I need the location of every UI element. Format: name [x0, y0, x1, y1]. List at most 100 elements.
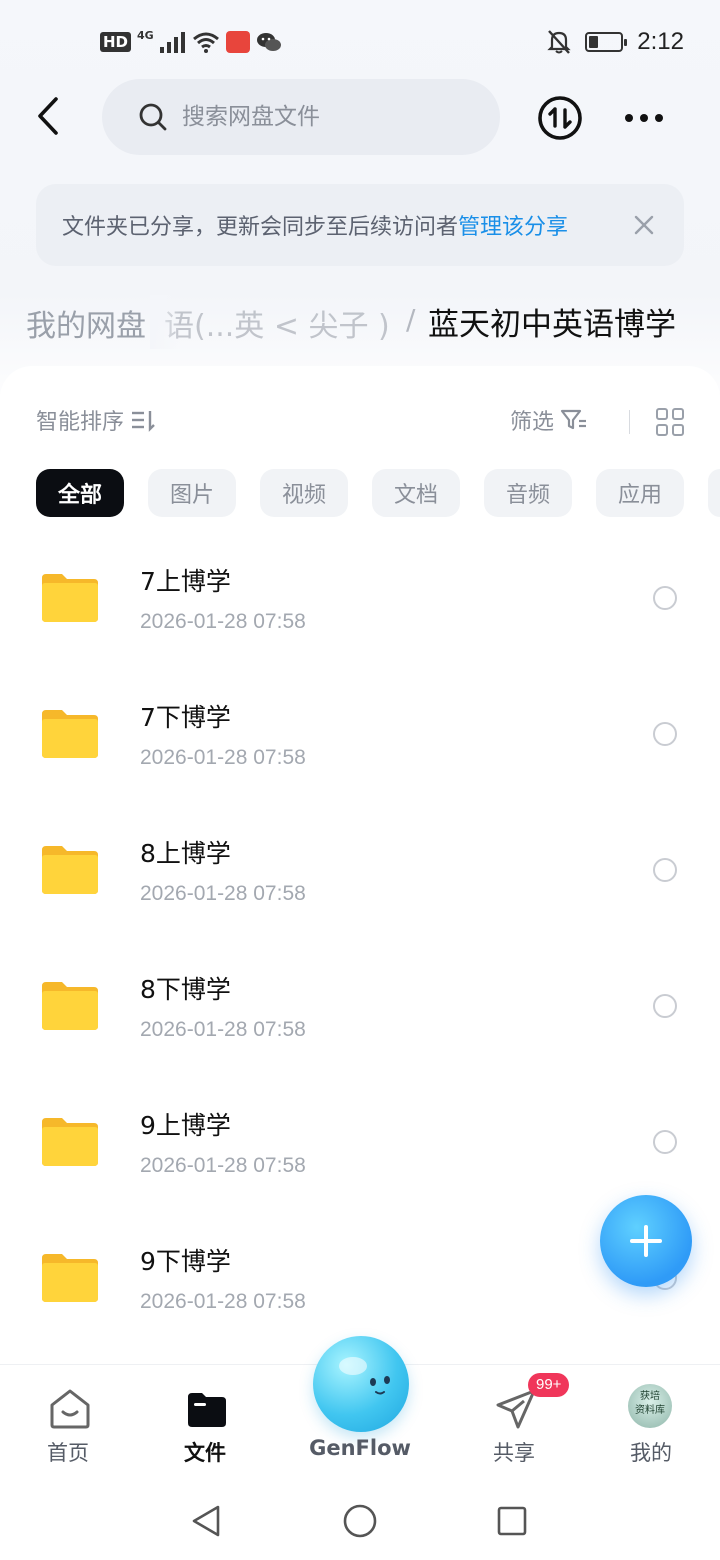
file-date: 2026-01-28 07:58: [140, 746, 306, 769]
hd-indicator: HD: [100, 32, 132, 52]
breadcrumb-parent[interactable]: 语(...英 < 尖子 ): [164, 301, 390, 345]
nav-files[interactable]: 文件: [145, 1365, 265, 1475]
system-navigation-bar: [0, 1474, 720, 1560]
file-name: 9下博学: [140, 1247, 231, 1276]
breadcrumb-separator: /: [406, 303, 416, 336]
file-name: 9上博学: [140, 1111, 231, 1140]
grid-view-button[interactable]: [656, 408, 684, 436]
filter-button[interactable]: 筛选: [510, 404, 588, 436]
select-radio[interactable]: [653, 586, 677, 610]
smart-sort-button[interactable]: 智能排序: [36, 404, 156, 436]
share-badge: 99+: [528, 1373, 570, 1397]
file-date: 2026-01-28 07:58: [140, 610, 306, 633]
chip-apps[interactable]: 应用: [596, 469, 684, 517]
more-options-button[interactable]: [620, 100, 668, 136]
chip-images[interactable]: 图片: [148, 469, 236, 517]
genflow-label: GenFlow: [309, 1436, 411, 1460]
folder-icon: [42, 846, 98, 894]
avatar[interactable]: 获培 资料库: [628, 1384, 672, 1428]
home-icon: [50, 1389, 90, 1429]
folder-icon: [42, 710, 98, 758]
battery-level: [589, 36, 599, 48]
wechat-icon: [256, 33, 281, 51]
breadcrumb: 我的网盘 语(...英 < 尖子 ) / 蓝天初中英语博学: [0, 295, 720, 349]
nav-me-label: 我的: [630, 1441, 672, 1465]
grid-icon: [672, 408, 684, 420]
chip-videos[interactable]: 视频: [260, 469, 348, 517]
status-right: 2:12: [547, 26, 684, 58]
battery-icon: [585, 32, 628, 52]
system-back-icon[interactable]: [190, 1504, 222, 1538]
more-dot-icon: [655, 114, 663, 122]
file-date: 2026-01-28 07:58: [140, 1290, 306, 1313]
folder-icon: [42, 982, 98, 1030]
select-radio[interactable]: [653, 1130, 677, 1154]
category-chips: 全部 图片 视频 文档 音频 应用: [36, 469, 684, 517]
app-notification-icon: [225, 31, 250, 53]
chip-audio[interactable]: 音频: [484, 469, 572, 517]
notice-text: 文件夹已分享，更新会同步至后续访问者: [62, 215, 459, 240]
system-home-icon[interactable]: [342, 1503, 378, 1539]
network-type: 4G: [137, 28, 154, 42]
manage-share-link[interactable]: 管理该分享: [458, 209, 568, 241]
search-input[interactable]: [182, 104, 462, 130]
toolbar-divider: [629, 410, 630, 434]
transfer-icon: [538, 96, 582, 140]
select-radio[interactable]: [653, 994, 677, 1018]
list-item[interactable]: 7上博学 2026-01-28 07:58: [0, 530, 720, 666]
more-dot-icon: [625, 114, 633, 122]
nav-home[interactable]: 首页: [8, 1365, 128, 1475]
transfer-list-button[interactable]: [536, 94, 584, 142]
file-name: 8下博学: [140, 975, 231, 1004]
list-item[interactable]: 9上博学 2026-01-28 07:58: [0, 1074, 720, 1210]
grid-icon: [656, 408, 668, 420]
search-bar[interactable]: [102, 79, 500, 155]
clock: 2:12: [637, 28, 684, 55]
file-name: 7上博学: [140, 567, 231, 596]
sort-icon: [132, 411, 155, 432]
list-item[interactable]: 7下博学 2026-01-28 07:58: [0, 666, 720, 802]
breadcrumb-fade: [150, 295, 180, 349]
list-item[interactable]: 8上博学 2026-01-28 07:58: [0, 802, 720, 938]
filter-icon: [560, 409, 586, 430]
status-left: HD 4G: [100, 28, 282, 56]
system-recents-icon[interactable]: [496, 1505, 528, 1537]
folder-icon: [42, 574, 98, 622]
file-date: 2026-01-28 07:58: [140, 882, 306, 905]
back-button[interactable]: [24, 92, 72, 140]
signal-icon: [159, 32, 185, 53]
folder-icon: [188, 1393, 226, 1427]
breadcrumb-current: 蓝天初中英语博学: [428, 307, 676, 343]
genflow-mascot-icon: [339, 1357, 390, 1395]
plus-icon: [630, 1225, 662, 1257]
select-radio[interactable]: [653, 858, 677, 882]
file-date: 2026-01-28 07:58: [140, 1154, 306, 1177]
chip-documents[interactable]: 文档: [372, 469, 460, 517]
nav-share-label: 共享: [493, 1441, 535, 1465]
file-name: 7下博学: [140, 703, 231, 732]
add-button[interactable]: [600, 1195, 692, 1287]
close-icon[interactable]: [630, 211, 658, 239]
share-notice-banner: 文件夹已分享，更新会同步至后续访问者 管理该分享: [36, 184, 684, 266]
chip-all[interactable]: 全部: [36, 469, 124, 517]
more-dot-icon: [640, 114, 648, 122]
file-name: 8上博学: [140, 839, 231, 868]
chevron-left-icon: [38, 97, 58, 135]
select-radio[interactable]: [653, 722, 677, 746]
folder-icon: [42, 1254, 98, 1302]
filter-label: 筛选: [509, 410, 554, 435]
chip-overflow[interactable]: [708, 469, 720, 517]
status-bar: HD 4G 2:12: [0, 0, 720, 84]
grid-icon: [656, 424, 668, 436]
search-icon: [139, 103, 167, 131]
grid-icon: [672, 424, 684, 436]
folder-icon: [42, 1118, 98, 1166]
list-item[interactable]: 8下博学 2026-01-28 07:58: [0, 938, 720, 1074]
breadcrumb-root[interactable]: 我的网盘: [26, 301, 146, 345]
file-date: 2026-01-28 07:58: [140, 1018, 306, 1041]
wifi-icon: [192, 32, 219, 53]
nav-files-label: 文件: [184, 1441, 226, 1465]
sort-label: 智能排序: [36, 410, 125, 435]
nav-home-label: 首页: [47, 1441, 89, 1465]
genflow-button[interactable]: [313, 1336, 409, 1432]
